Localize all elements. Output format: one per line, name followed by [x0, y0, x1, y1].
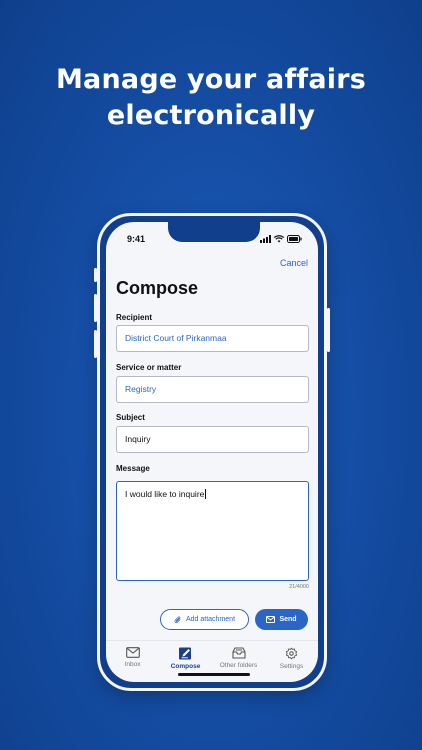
home-indicator [178, 673, 250, 676]
text-caret [205, 489, 207, 499]
signal-icon [260, 235, 271, 243]
phone-mute-button [94, 268, 97, 282]
phone-volume-down-button [94, 330, 97, 358]
service-field[interactable]: Registry [116, 376, 309, 403]
subject-label: Subject [116, 413, 145, 422]
send-label: Send [279, 616, 297, 623]
tab-inbox[interactable]: Inbox [108, 647, 158, 668]
subject-field[interactable]: Inquiry [116, 426, 309, 453]
cancel-button[interactable]: Cancel [280, 258, 308, 268]
wifi-icon [274, 235, 284, 243]
recipient-field[interactable]: District Court of Pirkanmaa [116, 325, 309, 352]
folder-tray-icon [231, 647, 246, 659]
phone-frame: 9:41 Cancel Compose Recipient District C… [94, 213, 330, 691]
page-title: Compose [116, 278, 199, 298]
tab-inbox-label: Inbox [124, 661, 141, 668]
phone-volume-up-button [94, 294, 97, 322]
battery-icon [287, 235, 302, 243]
tab-settings-label: Settings [279, 663, 304, 670]
recipient-label: Recipient [116, 313, 153, 322]
message-text: I would like to inquire [125, 489, 205, 499]
character-counter: 21/4000 [289, 584, 309, 590]
phone-notch [168, 222, 260, 242]
status-time: 9:41 [127, 234, 146, 244]
tab-other-folders[interactable]: Other folders [214, 647, 264, 669]
envelope-icon [125, 647, 140, 658]
compose-icon [179, 647, 191, 660]
headline-line-1: Manage your affairs [55, 64, 367, 95]
message-textarea[interactable]: I would like to inquire [116, 481, 309, 581]
tab-other-folders-label: Other folders [219, 662, 258, 669]
service-label: Service or matter [116, 363, 182, 372]
tab-compose[interactable]: Compose [161, 647, 211, 670]
gear-icon [285, 647, 298, 660]
phone-screen: 9:41 Cancel Compose Recipient District C… [106, 222, 318, 682]
marketing-headline: Manage your affairs electronically [0, 62, 422, 134]
add-attachment-button[interactable]: Add attachment [160, 609, 249, 630]
message-label: Message [116, 464, 150, 473]
paperclip-icon [174, 615, 181, 623]
tab-settings[interactable]: Settings [267, 647, 317, 670]
send-button[interactable]: Send [255, 609, 308, 630]
status-icons [260, 235, 302, 243]
headline-line-2: electronically [106, 100, 316, 131]
envelope-icon [266, 616, 276, 623]
add-attachment-label: Add attachment [185, 616, 236, 623]
phone-power-button [327, 308, 330, 352]
tab-compose-label: Compose [170, 663, 201, 670]
